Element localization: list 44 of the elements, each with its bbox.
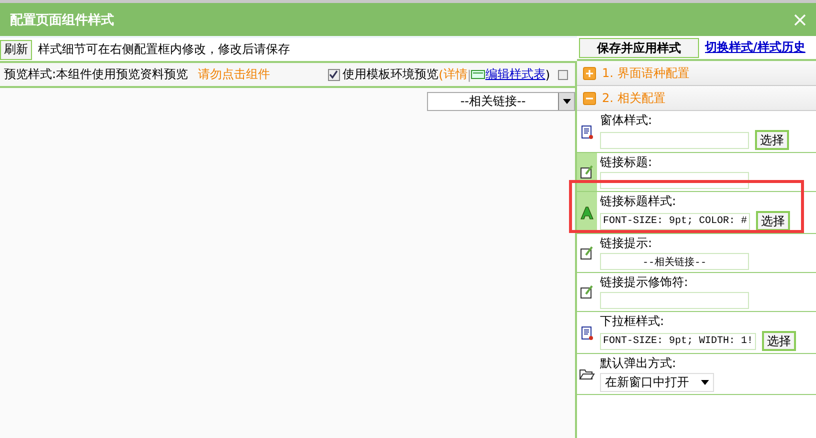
window-title: 配置页面组件样式: [10, 12, 114, 28]
field-label: 链接标题:: [600, 154, 654, 171]
input-field[interactable]: [600, 132, 749, 148]
document-icon: [581, 124, 593, 138]
field-label: 下拉框样式:: [600, 313, 666, 330]
edit-icon: [580, 165, 594, 179]
hint-text: 样式细节可在右侧配置框内修改，修改后请保存: [38, 41, 290, 58]
open-mode-select[interactable]: 在新窗口中打开: [600, 373, 714, 392]
style-history-link[interactable]: 切换样式/样式历史: [705, 39, 806, 56]
close-icon[interactable]: [794, 14, 806, 26]
toggle-checkbox[interactable]: [558, 70, 568, 80]
warning-text: 请勿点击组件: [198, 66, 270, 83]
collapse-icon: [583, 92, 596, 104]
input-field[interactable]: FONT-SIZE: 9pt; COLOR: #: [600, 212, 750, 230]
paren-text: (: [438, 68, 444, 82]
field-label: 链接提示修饰符:: [600, 274, 690, 291]
refresh-button[interactable]: 刷新: [0, 40, 32, 60]
folder-icon: [579, 367, 595, 381]
field-label: 链接提示:: [600, 235, 654, 252]
field-label: 链接标题样式:: [600, 193, 678, 210]
edit-icon: [580, 285, 594, 299]
select-button[interactable]: 选择: [762, 331, 796, 351]
input-field[interactable]: FONT-SIZE: 9pt; WIDTH: 1!: [600, 332, 756, 350]
input-field[interactable]: --相关链接--: [600, 253, 749, 270]
preview-label: 预览样式:本组件使用预览资料预览: [4, 66, 188, 83]
select-button[interactable]: 选择: [756, 211, 790, 231]
letter-a-icon: [580, 206, 594, 220]
select-button[interactable]: 选择: [755, 130, 789, 150]
save-apply-button[interactable]: 保存并应用样式: [579, 38, 699, 58]
paren-text: ): [545, 68, 550, 82]
field-label: 窗体样式:: [600, 112, 654, 129]
input-field[interactable]: [600, 292, 749, 309]
separator-text: |: [467, 68, 472, 82]
edit-icon: [580, 246, 594, 260]
document-icon: [581, 326, 593, 340]
link-select[interactable]: --相关链接--: [427, 92, 575, 111]
checkbox[interactable]: [328, 68, 340, 80]
dropdown-arrow-icon: [562, 99, 570, 104]
dropdown-arrow-icon: [701, 380, 709, 385]
field-label: 默认弹出方式:: [600, 355, 678, 372]
expand-icon: [583, 66, 596, 80]
edit-stylesheet-link[interactable]: 编辑样式表: [485, 66, 546, 83]
stylesheet-icon: [471, 70, 486, 79]
checkbox-label: 使用模板环境预览: [342, 66, 439, 83]
